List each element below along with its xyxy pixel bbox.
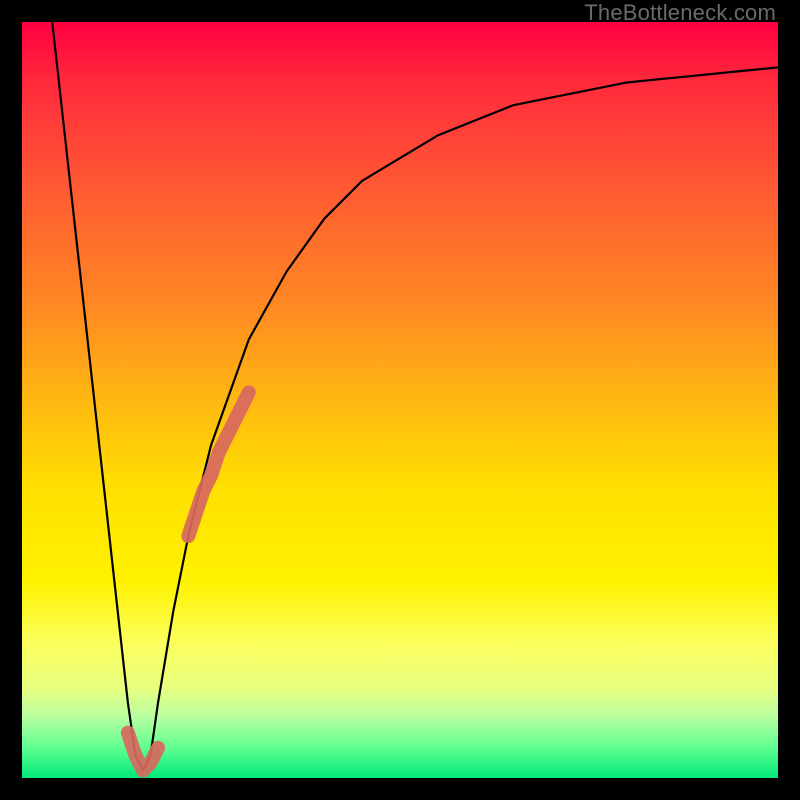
chart-svg — [22, 22, 778, 778]
outer-frame: TheBottleneck.com — [0, 0, 800, 800]
bottleneck-curve — [52, 22, 778, 770]
plot-area — [22, 22, 778, 778]
watermark-text: TheBottleneck.com — [584, 0, 776, 26]
highlight-segment-right — [188, 392, 248, 536]
